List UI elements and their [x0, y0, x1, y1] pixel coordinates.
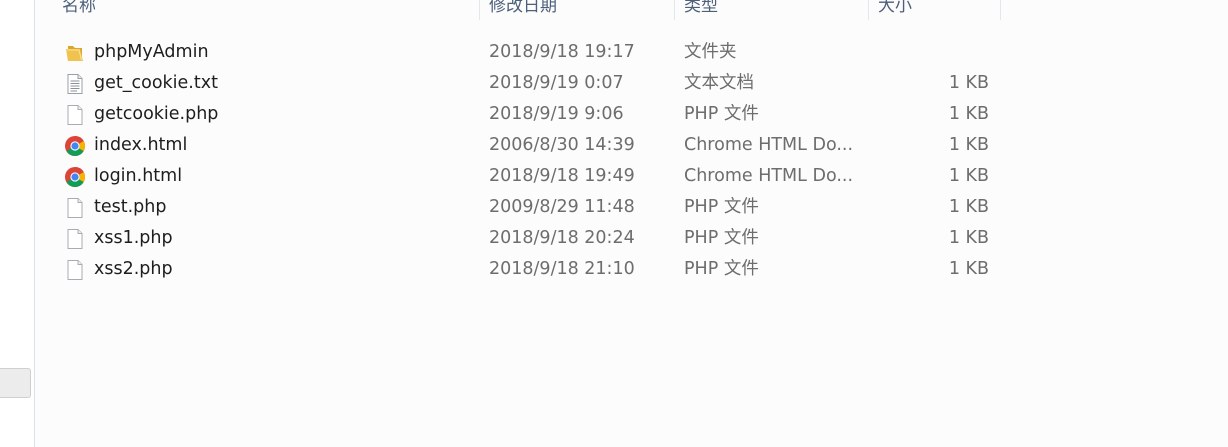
file-row[interactable]: login.html 2018/9/18 19:49 Chrome HTML D…	[36, 161, 1228, 192]
navigation-pane-scrollbar-thumb[interactable]	[0, 368, 31, 398]
file-name: login.html	[94, 166, 183, 186]
column-divider[interactable]	[674, 0, 675, 20]
column-header-type[interactable]: 类型	[684, 0, 718, 19]
file-modified-date: 2009/8/29 11:48	[489, 197, 635, 217]
file-row[interactable]: xss1.php 2018/9/18 20:24 PHP 文件 1 KB	[36, 223, 1228, 254]
file-row[interactable]: index.html 2006/8/30 14:39 Chrome HTML D…	[36, 130, 1228, 161]
column-header-modified[interactable]: 修改日期	[489, 0, 557, 19]
blank-file-icon	[64, 197, 86, 219]
column-header-name[interactable]: 名称	[62, 0, 96, 19]
file-size: 1 KB	[948, 259, 989, 279]
file-modified-date: 2006/8/30 14:39	[489, 135, 635, 155]
file-name: index.html	[94, 135, 188, 155]
file-row[interactable]: xss2.php 2018/9/18 21:10 PHP 文件 1 KB	[36, 254, 1228, 285]
column-divider[interactable]	[479, 0, 480, 20]
file-type: PHP 文件	[684, 259, 759, 279]
file-size: 1 KB	[948, 104, 989, 124]
file-size: 1 KB	[948, 73, 989, 93]
file-type: Chrome HTML Do...	[684, 166, 854, 186]
chrome-icon	[64, 135, 86, 157]
file-explorer-window: 名称 修改日期 类型 大小 phpMyAdmin 2018/9/18 19:17…	[0, 0, 1228, 447]
file-size: 1 KB	[948, 166, 989, 186]
chrome-icon	[64, 166, 86, 188]
navigation-pane[interactable]	[0, 0, 35, 447]
column-header-bar: 名称 修改日期 类型 大小	[36, 0, 1228, 20]
file-row[interactable]: phpMyAdmin 2018/9/18 19:17 文件夹	[36, 37, 1228, 68]
blank-file-icon	[64, 104, 86, 126]
file-name: xss2.php	[94, 259, 173, 279]
blank-file-icon	[64, 259, 86, 281]
file-list: phpMyAdmin 2018/9/18 19:17 文件夹 get_cooki…	[36, 37, 1228, 285]
blank-file-icon	[64, 228, 86, 250]
file-row[interactable]: getcookie.php 2018/9/19 9:06 PHP 文件 1 KB	[36, 99, 1228, 130]
file-name: test.php	[94, 197, 167, 217]
file-type: Chrome HTML Do...	[684, 135, 854, 155]
file-modified-date: 2018/9/19 0:07	[489, 73, 624, 93]
file-name: phpMyAdmin	[94, 42, 209, 62]
text-file-icon	[64, 73, 86, 95]
file-row[interactable]: test.php 2009/8/29 11:48 PHP 文件 1 KB	[36, 192, 1228, 223]
file-modified-date: 2018/9/18 19:17	[489, 42, 635, 62]
folder-icon	[64, 42, 86, 64]
file-size	[889, 37, 989, 68]
file-name: xss1.php	[94, 228, 173, 248]
file-modified-date: 2018/9/19 9:06	[489, 104, 624, 124]
file-name: getcookie.php	[94, 104, 219, 124]
file-modified-date: 2018/9/18 19:49	[489, 166, 635, 186]
file-size: 1 KB	[948, 197, 989, 217]
file-name: get_cookie.txt	[94, 73, 218, 93]
column-header-size[interactable]: 大小	[878, 0, 912, 19]
file-size: 1 KB	[948, 135, 989, 155]
column-divider[interactable]	[1000, 0, 1001, 20]
file-modified-date: 2018/9/18 21:10	[489, 259, 635, 279]
file-modified-date: 2018/9/18 20:24	[489, 228, 635, 248]
file-type: PHP 文件	[684, 228, 759, 248]
file-type: 文本文档	[684, 73, 754, 93]
file-type: PHP 文件	[684, 197, 759, 217]
column-divider[interactable]	[868, 0, 869, 20]
file-row[interactable]: get_cookie.txt 2018/9/19 0:07 文本文档 1 KB	[36, 68, 1228, 99]
file-type: PHP 文件	[684, 104, 759, 124]
file-type: 文件夹	[684, 42, 737, 62]
file-size: 1 KB	[948, 228, 989, 248]
